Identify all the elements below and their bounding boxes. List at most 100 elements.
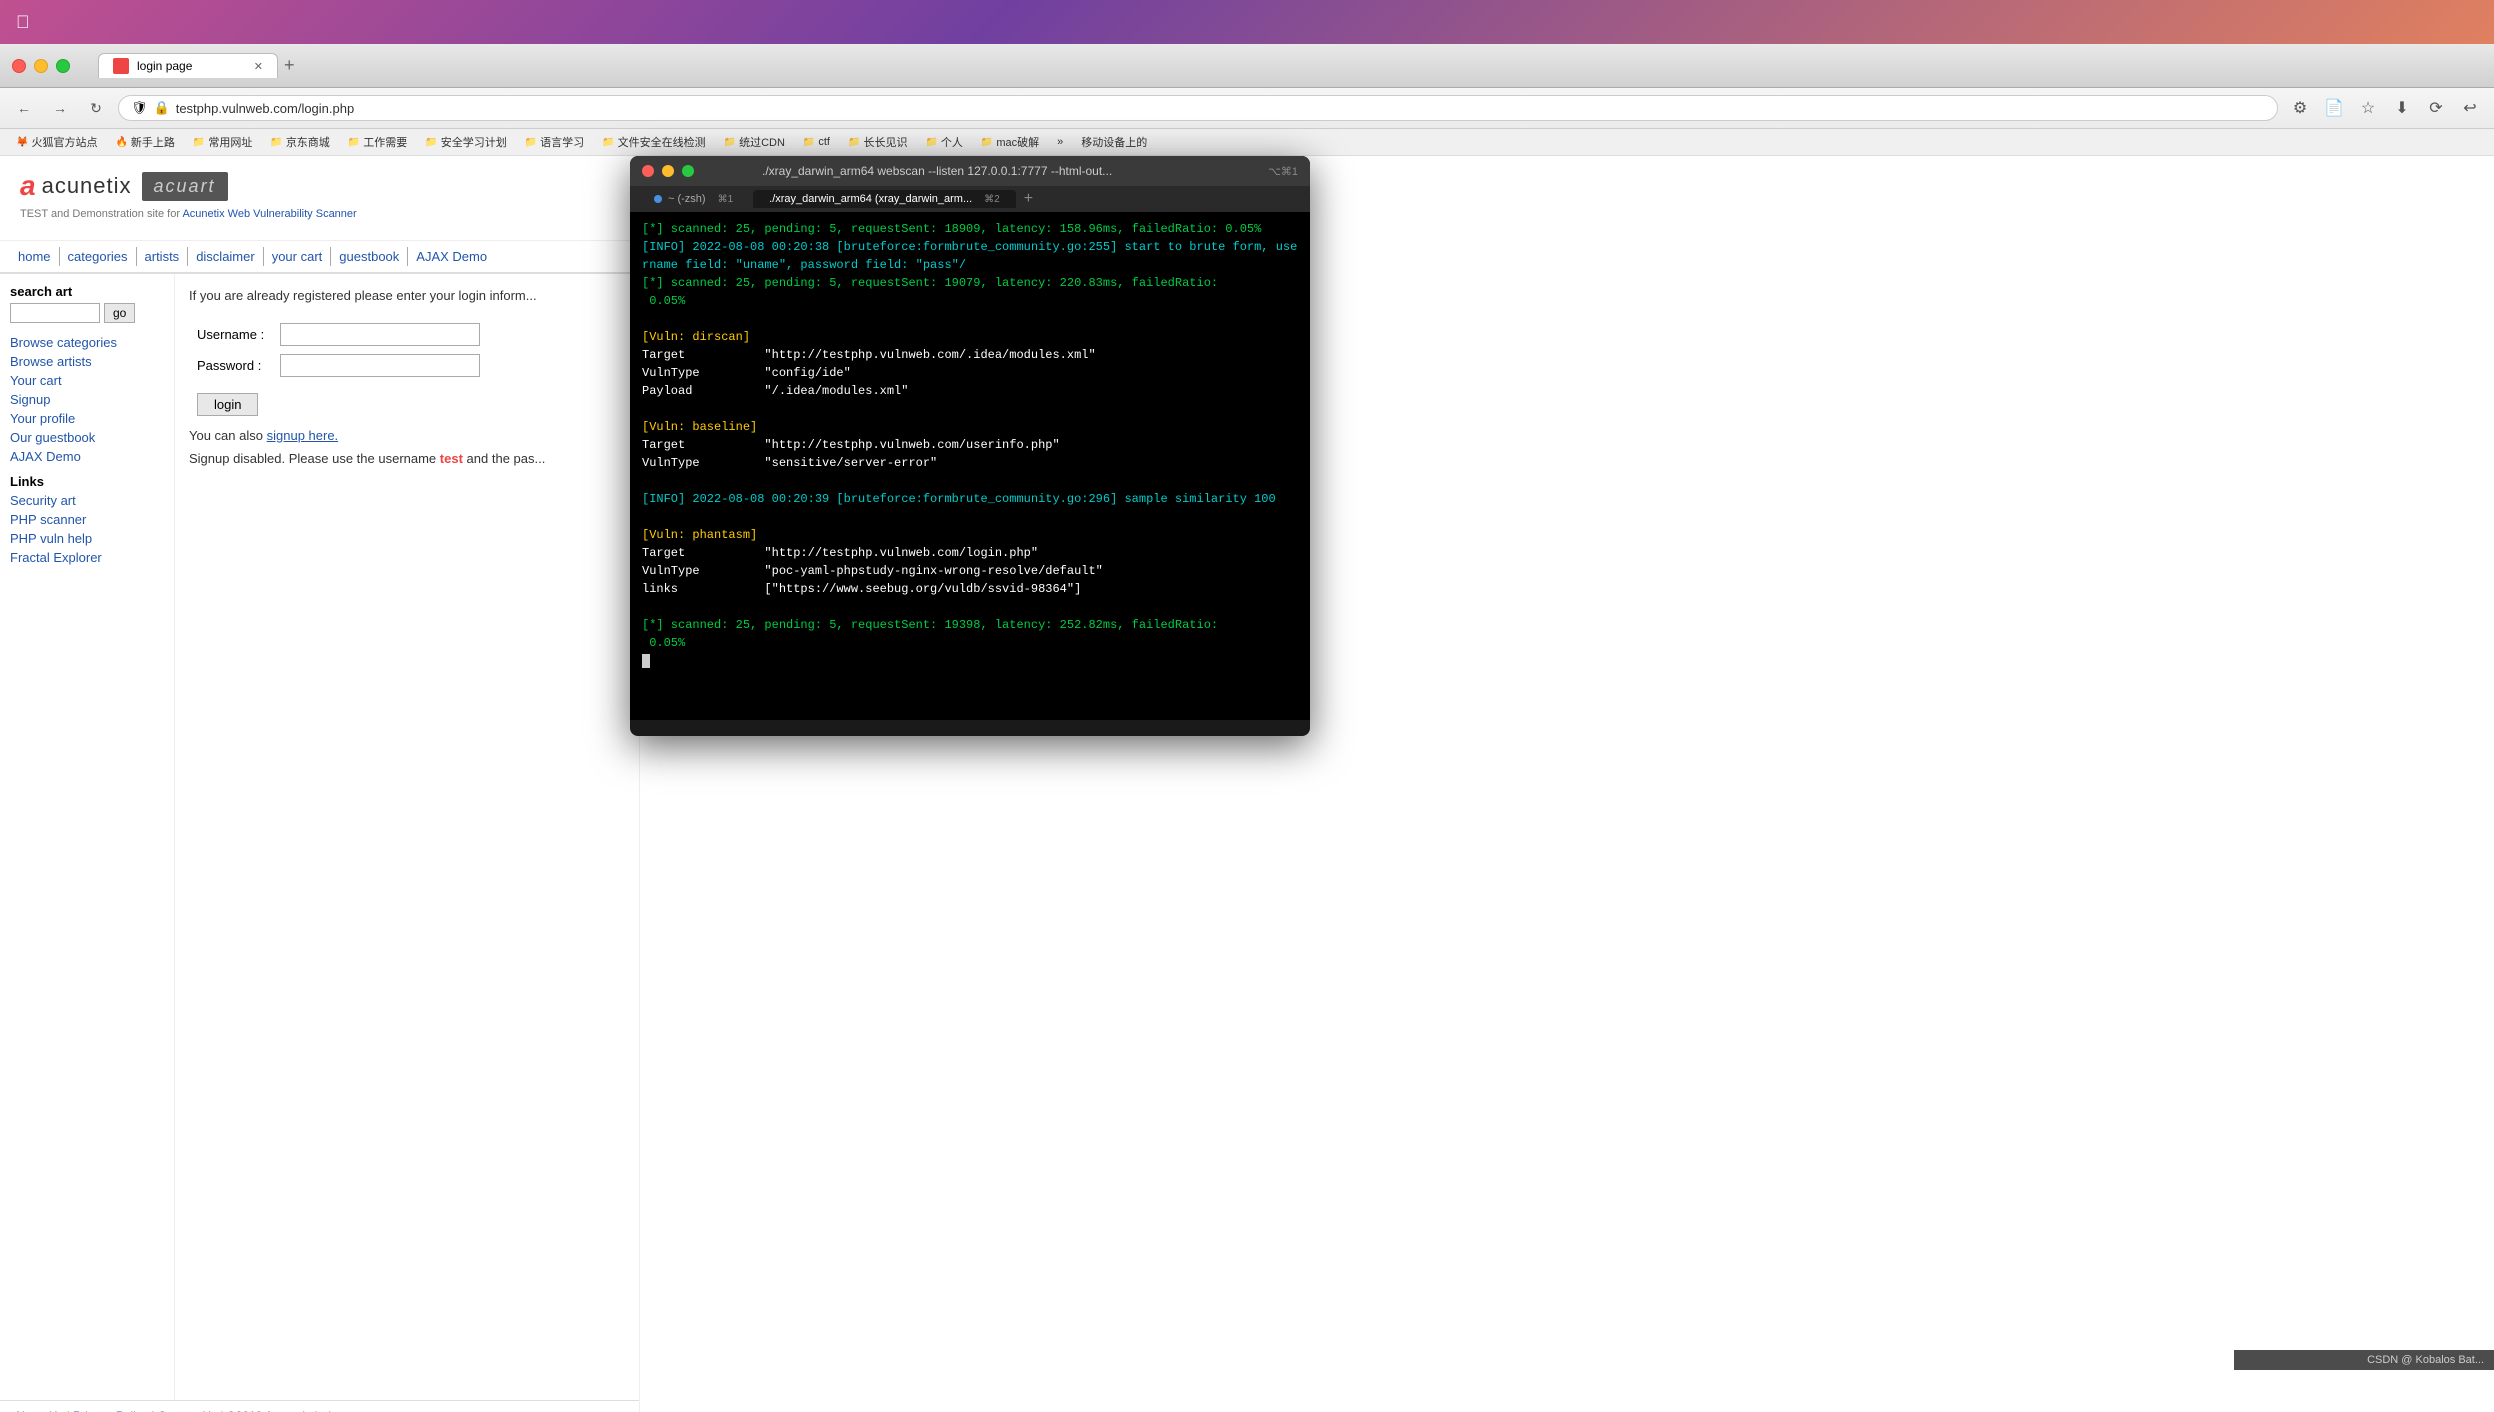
logo-a-letter: a [20, 170, 36, 202]
terminal-line-3b: 0.05% [642, 292, 1298, 310]
username-input[interactable] [280, 323, 480, 346]
terminal-close-button[interactable] [642, 165, 654, 177]
nav-ajaxdemo[interactable]: AJAX Demo [408, 247, 495, 266]
bookmark-work[interactable]: 📁 工作需要 [342, 132, 413, 152]
nav-cart[interactable]: your cart [264, 247, 332, 266]
sidebar-security-art[interactable]: Security art [10, 493, 164, 508]
sidebar-guestbook[interactable]: Our guestbook [10, 430, 164, 445]
search-input[interactable] [10, 303, 100, 323]
login-button[interactable]: login [197, 393, 258, 416]
terminal-cursor-line [642, 652, 1298, 670]
terminal-tabs: ~ (-zsh) ⌘1 ./xray_darwin_arm64 (xray_da… [630, 186, 1310, 212]
bookmarks-bar: 🦊 火狐官方站点 🔥 新手上路 📁 常用网址 📁 京东商城 📁 工作需要 📁 安… [0, 129, 2494, 156]
password-input[interactable] [280, 354, 480, 377]
login-table: Username : Password : [189, 319, 488, 381]
folder-icon-work: 📁 [348, 137, 360, 148]
sidebar-signup[interactable]: Signup [10, 392, 164, 407]
back-history-icon[interactable]: ↩ [2456, 94, 2484, 122]
terminal-line-2: [INFO] 2022-08-08 00:20:38 [bruteforce:f… [642, 238, 1298, 274]
sidebar-your-profile[interactable]: Your profile [10, 411, 164, 426]
terminal-new-tab-button[interactable]: + [1024, 190, 1033, 208]
site-tagline: TEST and Demonstration site for Acunetix… [20, 208, 619, 226]
username-row: Username : [189, 319, 488, 350]
bookmark-jd[interactable]: 📁 京东商城 [264, 132, 335, 152]
terminal-line-payload1: Payload "/.idea/modules.xml" [642, 382, 1298, 400]
extensions-icon[interactable]: ⚙ [2286, 94, 2314, 122]
bookmark-knowledge[interactable]: 📁 长长见识 [842, 132, 913, 152]
reader-icon[interactable]: 📄 [2320, 94, 2348, 122]
sidebar-browse-artists[interactable]: Browse artists [10, 354, 164, 369]
nav-disclaimer[interactable]: disclaimer [188, 247, 264, 266]
sync-icon[interactable]: ⟳ [2422, 94, 2450, 122]
bookmark-more[interactable]: » [1051, 134, 1069, 150]
website: a acunetix acuart TEST and Demonstration… [0, 156, 640, 1412]
terminal-line-vuln2: [Vuln: baseline] [642, 418, 1298, 436]
browser-toolbar: ← → ↻ 🛡 🔒 testphp.vulnweb.com/login.php … [0, 88, 2494, 129]
terminal-title: ./xray_darwin_arm64 webscan --listen 127… [762, 164, 1112, 178]
csdn-bar: CSDN @ Kobalos Bat... [2234, 1350, 2494, 1370]
signup-here-link[interactable]: signup here. [267, 428, 339, 443]
minimize-button[interactable] [34, 59, 48, 73]
nav-home[interactable]: home [10, 247, 60, 266]
terminal-minimize-button[interactable] [662, 165, 674, 177]
bookmark-huhu[interactable]: 🦊 火狐官方站点 [10, 132, 103, 152]
shield-icon: 🛡 [131, 100, 148, 116]
sidebar-ajax-demo[interactable]: AJAX Demo [10, 449, 164, 464]
browser-tab[interactable]: login page ✕ [98, 53, 278, 78]
tab-close-icon[interactable]: ✕ [254, 60, 263, 73]
nav-guestbook[interactable]: guestbook [331, 247, 408, 266]
bookmark-security[interactable]: 📁 安全学习计划 [419, 132, 512, 152]
terminal-cursor [642, 654, 650, 668]
forward-button[interactable]: → [46, 94, 74, 122]
terminal-body[interactable]: [*] scanned: 25, pending: 5, requestSent… [630, 212, 1310, 720]
bookmark-mobile[interactable]: 移动设备上的 [1075, 132, 1153, 152]
terminal-line-vulntype1: VulnType "config/ide" [642, 364, 1298, 382]
bookmark-lang[interactable]: 📁 语言学习 [519, 132, 590, 152]
bookmark-newbie[interactable]: 🔥 新手上路 [109, 132, 180, 152]
maximize-button[interactable] [56, 59, 70, 73]
close-button[interactable] [12, 59, 26, 73]
sidebar-browse-categories[interactable]: Browse categories [10, 335, 164, 350]
bookmark-icon[interactable]: ☆ [2354, 94, 2382, 122]
csdn-label: CSDN @ Kobalos Bat... [2367, 1354, 2484, 1366]
address-bar-wrapper: 🛡 🔒 testphp.vulnweb.com/login.php [118, 95, 2278, 121]
sidebar-links-section: Links [10, 474, 164, 489]
sidebar-php-scanner[interactable]: PHP scanner [10, 512, 164, 527]
bookmark-filescanner[interactable]: 📁 文件安全在线检测 [596, 132, 711, 152]
address-bar[interactable]: testphp.vulnweb.com/login.php [176, 101, 2265, 116]
lock-icon: 🔒 [154, 100, 170, 116]
reload-button[interactable]: ↻ [82, 94, 110, 122]
sidebar-fractal-explorer[interactable]: Fractal Explorer [10, 550, 164, 565]
signup-note: You can also signup here. [189, 428, 625, 443]
terminal-line-blank3 [642, 472, 1298, 490]
test-user-label: test [440, 451, 463, 466]
download-icon[interactable]: ⬇ [2388, 94, 2416, 122]
bookmark-ctf[interactable]: 📁 ctf [797, 134, 836, 150]
terminal-line-target2: Target "http://testphp.vulnweb.com/useri… [642, 436, 1298, 454]
terminal-tab-xray[interactable]: ./xray_darwin_arm64 (xray_darwin_arm... … [753, 190, 1016, 208]
bookmark-cdn[interactable]: 📁 统过CDN [718, 132, 791, 152]
terminal-tab-zsh[interactable]: ~ (-zsh) ⌘1 [638, 190, 749, 208]
folder-icon-security: 📁 [425, 137, 437, 148]
tab-favicon [113, 58, 129, 74]
bookmark-common[interactable]: 📁 常用网址 [187, 132, 258, 152]
search-label: search art [10, 284, 164, 299]
sidebar-php-vuln-help[interactable]: PHP vuln help [10, 531, 164, 546]
nav-categories[interactable]: categories [60, 247, 137, 266]
bookmark-mac[interactable]: 📁 mac破解 [975, 132, 1045, 152]
search-go-button[interactable]: go [104, 303, 135, 323]
toolbar-icons: ⚙ 📄 ☆ ⬇ ⟳ ↩ [2286, 94, 2484, 122]
terminal-line-target3: Target "http://testphp.vulnweb.com/login… [642, 544, 1298, 562]
back-button[interactable]: ← [10, 94, 38, 122]
apple-menu-icon[interactable]:  [16, 12, 30, 33]
acunetix-scanner-link[interactable]: Acunetix Web Vulnerability Scanner [182, 208, 356, 220]
new-tab-button[interactable]: + [284, 55, 295, 76]
sidebar-your-cart[interactable]: Your cart [10, 373, 164, 388]
logo-acunetix-text: acunetix [42, 173, 132, 199]
terminal-maximize-button[interactable] [682, 165, 694, 177]
terminal-line-blank2 [642, 400, 1298, 418]
search-row: go [10, 303, 164, 323]
nav-artists[interactable]: artists [137, 247, 189, 266]
folder-icon-mac: 📁 [981, 137, 993, 148]
bookmark-personal[interactable]: 📁 个人 [919, 132, 968, 152]
